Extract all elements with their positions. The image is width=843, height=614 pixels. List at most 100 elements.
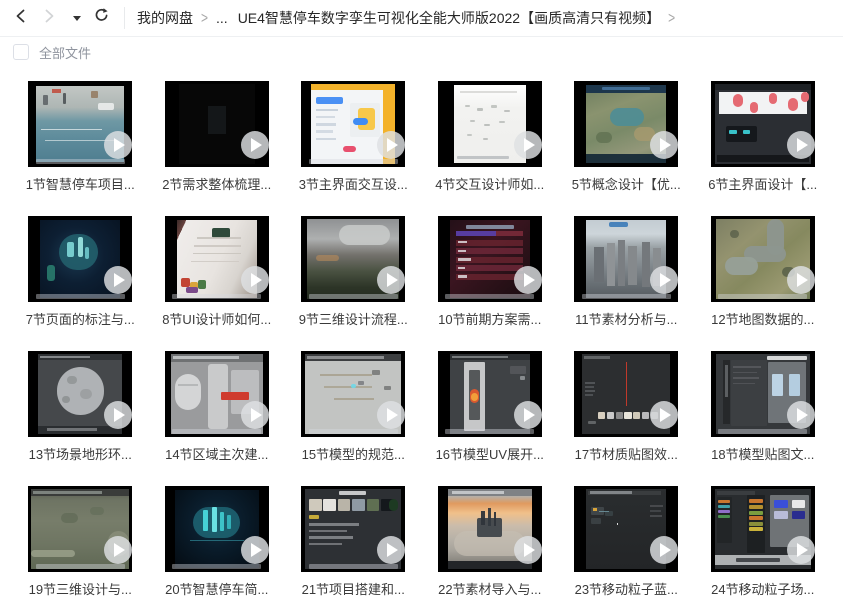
play-icon[interactable]: [787, 401, 815, 429]
file-name[interactable]: 13节场景地形环...: [14, 444, 146, 463]
video-thumbnail[interactable]: [28, 486, 132, 572]
video-thumbnail[interactable]: [301, 81, 405, 167]
file-card[interactable]: 2节需求整体梳理...: [149, 81, 286, 193]
file-card[interactable]: 8节UI设计师如何...: [149, 216, 286, 328]
file-name[interactable]: 16节模型UV展开...: [424, 444, 556, 463]
video-thumbnail[interactable]: [165, 216, 269, 302]
file-card[interactable]: 16节模型UV展开...: [422, 351, 559, 463]
video-thumbnail[interactable]: [301, 216, 405, 302]
play-icon[interactable]: [104, 131, 132, 159]
file-card[interactable]: 10节前期方案需...: [422, 216, 559, 328]
file-card[interactable]: 20节智慧停车简...: [149, 486, 286, 598]
video-thumbnail[interactable]: [165, 81, 269, 167]
file-name[interactable]: 3节主界面交互设...: [287, 174, 419, 193]
play-icon[interactable]: [787, 131, 815, 159]
file-name[interactable]: 15节模型的规范...: [287, 444, 419, 463]
video-thumbnail[interactable]: [711, 216, 815, 302]
file-name[interactable]: 24节移动粒子场...: [697, 579, 829, 598]
play-icon[interactable]: [241, 131, 269, 159]
file-name[interactable]: 22节素材导入与...: [424, 579, 556, 598]
play-icon[interactable]: [514, 266, 542, 294]
file-card[interactable]: 3节主界面交互设...: [285, 81, 422, 193]
video-thumbnail[interactable]: [574, 351, 678, 437]
file-card[interactable]: 6节主界面设计【...: [695, 81, 832, 193]
file-card[interactable]: 1节智慧停车项目...: [12, 81, 149, 193]
breadcrumb-collapsed[interactable]: ...: [216, 10, 228, 26]
file-card[interactable]: 13节场景地形环...: [12, 351, 149, 463]
video-thumbnail[interactable]: [574, 81, 678, 167]
play-icon[interactable]: [104, 401, 132, 429]
play-icon[interactable]: [514, 131, 542, 159]
video-thumbnail[interactable]: [28, 351, 132, 437]
play-icon[interactable]: [377, 266, 405, 294]
video-thumbnail[interactable]: [711, 81, 815, 167]
file-card[interactable]: 23节移动粒子蓝...: [558, 486, 695, 598]
play-icon[interactable]: [514, 536, 542, 564]
video-thumbnail[interactable]: [574, 486, 678, 572]
file-name[interactable]: 23节移动粒子蓝...: [560, 579, 692, 598]
play-icon[interactable]: [377, 131, 405, 159]
file-name[interactable]: 10节前期方案需...: [424, 309, 556, 328]
file-card[interactable]: 7节页面的标注与...: [12, 216, 149, 328]
file-card[interactable]: 18节模型贴图文...: [695, 351, 832, 463]
history-dropdown-button[interactable]: [66, 7, 88, 29]
video-thumbnail[interactable]: [438, 216, 542, 302]
file-name[interactable]: 4节交互设计师如...: [424, 174, 556, 193]
file-card[interactable]: 12节地图数据的...: [695, 216, 832, 328]
file-name[interactable]: 11节素材分析与...: [560, 309, 692, 328]
forward-button[interactable]: [38, 7, 60, 29]
file-card[interactable]: 15节模型的规范...: [285, 351, 422, 463]
file-name[interactable]: 18节模型贴图文...: [697, 444, 829, 463]
play-icon[interactable]: [241, 401, 269, 429]
file-name[interactable]: 9节三维设计流程...: [287, 309, 419, 328]
video-thumbnail[interactable]: [711, 486, 815, 572]
play-icon[interactable]: [787, 266, 815, 294]
play-icon[interactable]: [650, 401, 678, 429]
video-thumbnail[interactable]: [28, 81, 132, 167]
video-thumbnail[interactable]: [165, 486, 269, 572]
play-icon[interactable]: [241, 536, 269, 564]
back-button[interactable]: [10, 7, 32, 29]
refresh-button[interactable]: [90, 7, 112, 29]
play-icon[interactable]: [650, 266, 678, 294]
play-icon[interactable]: [650, 536, 678, 564]
file-name[interactable]: 19节三维设计与...: [14, 579, 146, 598]
file-card[interactable]: 22节素材导入与...: [422, 486, 559, 598]
file-card[interactable]: 21节项目搭建和...: [285, 486, 422, 598]
video-thumbnail[interactable]: [165, 351, 269, 437]
file-name[interactable]: 17节材质贴图效...: [560, 444, 692, 463]
file-name[interactable]: 2节需求整体梳理...: [151, 174, 283, 193]
file-name[interactable]: 21节项目搭建和...: [287, 579, 419, 598]
video-thumbnail[interactable]: [28, 216, 132, 302]
file-card[interactable]: 19节三维设计与...: [12, 486, 149, 598]
file-card[interactable]: 4节交互设计师如...: [422, 81, 559, 193]
file-name[interactable]: 20节智慧停车简...: [151, 579, 283, 598]
video-thumbnail[interactable]: [301, 486, 405, 572]
play-icon[interactable]: [650, 131, 678, 159]
play-icon[interactable]: [104, 266, 132, 294]
play-icon[interactable]: [514, 401, 542, 429]
file-name[interactable]: 14节区域主次建...: [151, 444, 283, 463]
file-name[interactable]: 8节UI设计师如何...: [151, 309, 283, 328]
play-icon[interactable]: [787, 536, 815, 564]
file-card[interactable]: 11节素材分析与...: [558, 216, 695, 328]
file-card[interactable]: 14节区域主次建...: [149, 351, 286, 463]
video-thumbnail[interactable]: [574, 216, 678, 302]
breadcrumb-current-folder[interactable]: UE4智慧停车数字孪生可视化全能大师版2022【画质高清只有视频】: [238, 8, 660, 28]
file-name[interactable]: 1节智慧停车项目...: [14, 174, 146, 193]
file-name[interactable]: 12节地图数据的...: [697, 309, 829, 328]
file-name[interactable]: 5节概念设计【优...: [560, 174, 692, 193]
select-all-checkbox[interactable]: [13, 44, 29, 60]
file-name[interactable]: 7节页面的标注与...: [14, 309, 146, 328]
video-thumbnail[interactable]: [301, 351, 405, 437]
video-thumbnail[interactable]: [438, 351, 542, 437]
breadcrumb-root[interactable]: 我的网盘: [137, 8, 193, 28]
file-name[interactable]: 6节主界面设计【...: [697, 174, 829, 193]
file-card[interactable]: 17节材质贴图效...: [558, 351, 695, 463]
video-thumbnail[interactable]: [438, 81, 542, 167]
file-card[interactable]: 5节概念设计【优...: [558, 81, 695, 193]
file-card[interactable]: 9节三维设计流程...: [285, 216, 422, 328]
play-icon[interactable]: [241, 266, 269, 294]
video-thumbnail[interactable]: [438, 486, 542, 572]
file-card[interactable]: 24节移动粒子场...: [695, 486, 832, 598]
